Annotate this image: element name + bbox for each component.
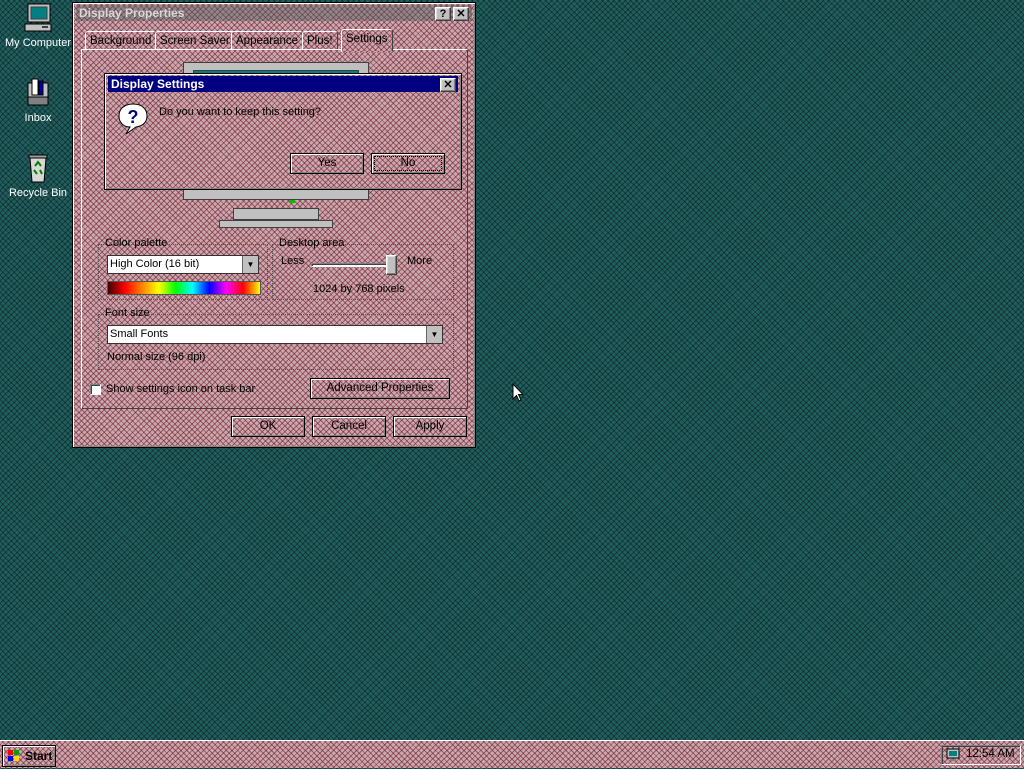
tab-background[interactable]: Background [85, 31, 157, 51]
font-size-select[interactable]: Small Fonts ▼ [107, 325, 443, 344]
show-settings-icon-label[interactable]: Show settings icon on task bar [106, 383, 255, 395]
chevron-down-icon[interactable]: ▼ [242, 256, 258, 273]
font-size-value: Small Fonts [110, 328, 169, 340]
ok-button[interactable]: OK [231, 416, 305, 437]
yes-button[interactable]: Yes [290, 153, 364, 174]
font-size-group: Font size Small Fonts ▼ Normal size (96 … [98, 307, 454, 370]
advanced-properties-button[interactable]: Advanced Properties [310, 378, 450, 399]
question-icon: ? [117, 102, 149, 136]
window-title: Display Properties [79, 6, 185, 20]
dialog-message: Do you want to keep this setting? [159, 106, 322, 118]
svg-text:?: ? [128, 107, 139, 127]
display-settings-tray-icon[interactable] [946, 748, 960, 762]
slider-more-label: More [407, 255, 433, 267]
resolution-value: 1024 by 768 pixels [313, 283, 405, 295]
cancel-button[interactable]: Cancel [312, 416, 386, 437]
start-button[interactable]: Start [2, 745, 56, 767]
color-palette-label: Color palette [105, 237, 168, 249]
slider-thumb[interactable] [386, 255, 397, 275]
close-icon[interactable]: ✕ [440, 78, 456, 92]
start-label: Start [25, 749, 53, 763]
resolution-slider[interactable] [311, 255, 399, 275]
desktop-area-group: Desktop area Less More 1024 by 768 pixel… [272, 237, 454, 300]
tab-screen-saver[interactable]: Screen Saver [155, 31, 235, 51]
recycle-bin-icon [22, 152, 54, 184]
monitor-power-icon [289, 200, 295, 203]
apply-button[interactable]: Apply [393, 416, 467, 437]
desktop-icon-label: Inbox [24, 112, 52, 124]
dialog-title: Display Settings [111, 77, 205, 91]
desktop-icon-inbox[interactable]: Inbox [0, 77, 76, 124]
tab-appearance[interactable]: Appearance [231, 31, 304, 51]
slider-less-label: Less [281, 255, 305, 267]
color-palette-value: High Color (16 bit) [110, 258, 200, 270]
inbox-icon [22, 77, 54, 109]
desktop-area-label: Desktop area [279, 237, 345, 249]
desktop-icon-recycle-bin[interactable]: Recycle Bin [0, 152, 76, 199]
color-spectrum-bar [107, 281, 261, 295]
color-palette-group: Color palette High Color (16 bit) ▼ [98, 237, 268, 300]
tab-settings[interactable]: Settings [341, 29, 393, 52]
no-button[interactable]: No [371, 153, 445, 174]
help-button[interactable]: ? [435, 7, 451, 21]
color-palette-select[interactable]: High Color (16 bit) ▼ [107, 255, 259, 274]
show-settings-icon-checkbox[interactable] [90, 384, 101, 395]
display-settings-dialog: Display Settings ✕ ? Do you want to keep… [104, 73, 462, 190]
desktop-icon-label: Recycle Bin [8, 187, 68, 199]
close-icon[interactable]: ✕ [453, 7, 469, 21]
system-tray: 12:54 AM [941, 745, 1021, 765]
desktop-icon-my-computer[interactable]: My Computer [0, 2, 76, 49]
tab-plus[interactable]: Plus! [302, 31, 338, 51]
windows-logo-icon [7, 749, 21, 763]
computer-icon [22, 2, 54, 34]
window-titlebar[interactable]: Display Properties ? ✕ [76, 5, 472, 21]
font-size-label: Font size [105, 307, 150, 319]
clock: 12:54 AM [966, 748, 1015, 760]
display-properties-window: Display Properties ? ✕ Background Screen… [72, 2, 476, 448]
desktop-icon-label: My Computer [4, 37, 72, 49]
mouse-cursor-icon [512, 382, 525, 406]
dialog-titlebar[interactable]: Display Settings ✕ [108, 76, 458, 92]
chevron-down-icon[interactable]: ▼ [426, 326, 442, 343]
font-size-note: Normal size (96 dpi) [107, 351, 206, 363]
taskbar: Start 12:54 AM [0, 740, 1024, 768]
